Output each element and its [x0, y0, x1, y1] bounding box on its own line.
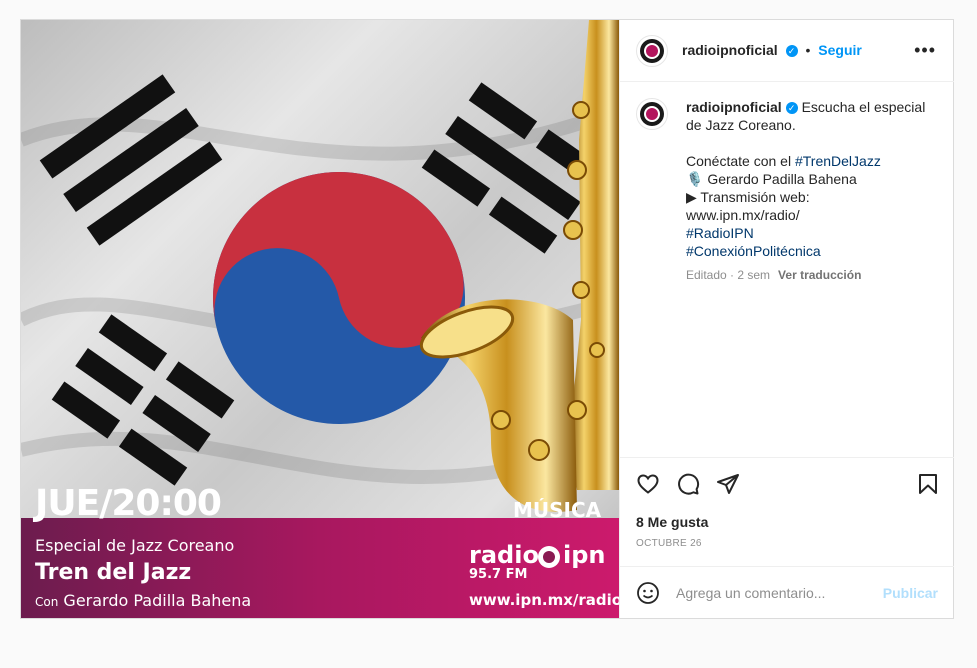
- category-text: MÚSICA: [513, 498, 602, 522]
- caption-link[interactable]: www.ipn.mx/radio/: [686, 206, 946, 224]
- caption-line: de Jazz Coreano.: [686, 117, 796, 133]
- verified-icon: ✓: [785, 102, 798, 115]
- hashtag-link[interactable]: #TrenDelJazz: [795, 153, 881, 169]
- caption-line: 🎙️ Gerardo Padilla Bahena: [686, 171, 857, 187]
- host-line: Con Gerardo Padilla Bahena: [35, 591, 251, 610]
- comment-box: Agrega un comentario... Publicar: [620, 566, 954, 618]
- caption-line-text: Conéctate con el: [686, 153, 795, 169]
- caption-line: Conéctate con el #TrenDelJazz: [686, 152, 946, 170]
- verified-icon: ✓: [785, 45, 798, 58]
- jazz-poster-graphic: [21, 20, 619, 618]
- heart-icon[interactable]: [636, 472, 660, 496]
- caption-meta: Editado · 2 sem Ver traducción: [686, 266, 946, 284]
- post-sidebar: radioipnoficial ✓ • Seguir ••• radioipno…: [619, 20, 954, 618]
- more-icon[interactable]: •••: [914, 40, 936, 61]
- caption-avatar[interactable]: [636, 98, 668, 130]
- subtitle-text: Especial de Jazz Coreano: [35, 536, 235, 555]
- comment-icon[interactable]: [676, 472, 700, 496]
- edited-label: Editado · 2 sem: [686, 268, 771, 282]
- header-user-line: radioipnoficial ✓ • Seguir: [682, 42, 862, 58]
- follow-button[interactable]: Seguir: [818, 42, 862, 58]
- bookmark-icon[interactable]: [916, 472, 940, 496]
- post-date[interactable]: OCTUBRE 26: [636, 538, 702, 549]
- url-text: www.ipn.mx/radio/: [469, 591, 619, 609]
- username-link[interactable]: radioipnoficial: [682, 42, 778, 58]
- caption-line: Escucha el especial: [801, 99, 926, 115]
- brand-radio-text: radio: [469, 541, 539, 569]
- avatar[interactable]: [636, 35, 668, 67]
- host-prefix: Con: [35, 595, 59, 609]
- program-text: Tren del Jazz: [35, 560, 192, 585]
- publish-button[interactable]: Publicar: [883, 585, 938, 601]
- comment-input[interactable]: Agrega un comentario...: [676, 585, 825, 601]
- caption-username[interactable]: radioipnoficial: [686, 99, 782, 115]
- share-icon[interactable]: [716, 472, 740, 496]
- translate-link[interactable]: Ver traducción: [778, 268, 861, 282]
- caption-text: radioipnoficial ✓ Escucha el especial de …: [686, 98, 946, 284]
- caption-line: ▶ Transmisión web:: [686, 189, 810, 205]
- post-header: radioipnoficial ✓ • Seguir •••: [620, 20, 954, 82]
- frequency-text: 95.7 FM: [469, 567, 528, 582]
- day-time-text: JUE/20:00: [35, 483, 222, 524]
- hashtag-link[interactable]: #RadioIPN: [686, 224, 946, 242]
- brand-ipn-text: ipn: [563, 541, 606, 569]
- post-image[interactable]: JUE/20:00 MÚSICA Especial de Jazz Corean…: [21, 20, 619, 618]
- host-name: Gerardo Padilla Bahena: [63, 591, 252, 610]
- likes-count[interactable]: 8 Me gusta: [636, 514, 708, 530]
- hashtag-link[interactable]: #ConexiónPolitécnica: [686, 242, 946, 260]
- instagram-post: JUE/20:00 MÚSICA Especial de Jazz Corean…: [20, 19, 954, 619]
- separator-dot: •: [805, 42, 811, 58]
- emoji-icon[interactable]: [636, 581, 660, 605]
